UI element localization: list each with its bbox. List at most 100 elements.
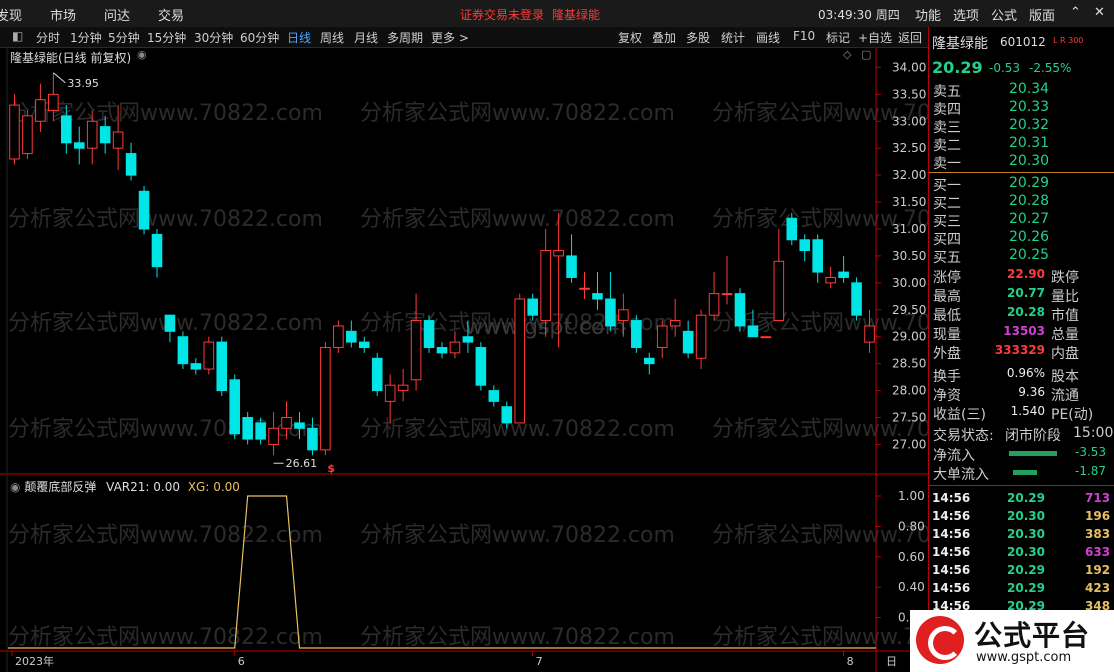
stat2-row: 收益(三) 1.540 PE(动) bbox=[933, 404, 1094, 423]
close-icon[interactable]: ✕ bbox=[1094, 5, 1105, 20]
hi-label: 33.95 bbox=[67, 77, 99, 90]
menu-layout[interactable]: 版面 bbox=[1029, 5, 1055, 24]
kline-chart[interactable]: 分析家公式网www.70822.com 分析家公式网www.70822.com 分析… bbox=[0, 48, 928, 672]
stock-link[interactable]: 隆基绿能 bbox=[552, 6, 600, 23]
candle-body bbox=[358, 341, 370, 348]
panel-toggle-icon[interactable]: ◧ bbox=[12, 29, 23, 43]
candle-body bbox=[631, 320, 642, 348]
tab-5min[interactable]: 5分钟 bbox=[108, 29, 140, 46]
bid-row[interactable]: 买三 20.27 bbox=[931, 211, 1113, 230]
chart-square-icon[interactable]: ▢ bbox=[861, 48, 871, 61]
y-tick-label: 29.00 bbox=[892, 330, 926, 344]
candle-body bbox=[190, 363, 202, 370]
x-end-label: 日 bbox=[886, 655, 897, 668]
btn-back[interactable]: 返回 bbox=[898, 29, 922, 46]
chart-diamond-icon[interactable]: ◇ bbox=[843, 48, 851, 61]
logo-circle-icon bbox=[916, 616, 964, 664]
ask-row[interactable]: 卖二 20.31 bbox=[931, 135, 1113, 154]
indicator-var21: VAR21: 0.00 bbox=[106, 480, 180, 494]
candle-body bbox=[695, 314, 707, 359]
watermark: 分析家公式网www.70822.com bbox=[360, 625, 675, 650]
stock-code: 601012 bbox=[1000, 35, 1046, 49]
candle-body bbox=[397, 384, 409, 392]
candle-body bbox=[475, 346, 487, 386]
tab-1min[interactable]: 1分钟 bbox=[70, 29, 102, 46]
menu-formula[interactable]: 公式 bbox=[991, 5, 1017, 24]
btn-stats[interactable]: 统计 bbox=[721, 29, 745, 46]
candle-body bbox=[281, 417, 292, 429]
chart-settings-icon[interactable]: ◉ bbox=[137, 48, 147, 61]
candle-body bbox=[721, 293, 733, 296]
bid-row[interactable]: 买二 20.28 bbox=[931, 193, 1113, 212]
ask-row[interactable]: 卖五 20.34 bbox=[931, 81, 1113, 100]
btn-fuquan[interactable]: 复权 bbox=[618, 29, 642, 46]
price-change-pct: -2.55% bbox=[1029, 61, 1072, 75]
indicator-settings-icon[interactable]: ◉ bbox=[10, 480, 20, 494]
y-tick-label: 34.00 bbox=[892, 60, 926, 74]
tab-weekly[interactable]: 周线 bbox=[320, 29, 344, 46]
y-tick-label: 31.00 bbox=[892, 222, 926, 236]
tab-15min[interactable]: 15分钟 bbox=[147, 29, 186, 46]
candle-body bbox=[307, 427, 318, 451]
stat-row: 现量 13503 总量 bbox=[933, 324, 1079, 343]
btn-draw[interactable]: 画线 bbox=[756, 29, 780, 46]
flow-row: 净流入 -3.53 bbox=[933, 445, 1107, 464]
candle-body bbox=[48, 93, 59, 111]
candle-body bbox=[320, 346, 331, 451]
stat-row: 最高 20.77 量比 bbox=[933, 286, 1079, 305]
y-tick-label: 32.50 bbox=[892, 141, 926, 155]
candle-body bbox=[73, 142, 85, 149]
y-tick-label: 28.50 bbox=[892, 357, 926, 371]
tab-more[interactable]: 更多 > bbox=[431, 29, 469, 46]
btn-overlay[interactable]: 叠加 bbox=[652, 29, 676, 46]
y-tick-label: 31.50 bbox=[892, 195, 926, 209]
x-tick-label: 2023年 bbox=[15, 654, 54, 668]
menu-discover[interactable]: 发现 bbox=[0, 5, 22, 24]
menu-market[interactable]: 市场 bbox=[50, 5, 76, 24]
clock: 03:49:30 周四 bbox=[818, 8, 900, 22]
candle-body bbox=[242, 417, 253, 440]
ask-row[interactable]: 卖四 20.33 bbox=[931, 99, 1113, 118]
y-tick-label: 33.50 bbox=[892, 87, 926, 101]
stat2-row: 换手 0.96% 股本 bbox=[933, 366, 1079, 385]
candle-body bbox=[255, 422, 266, 440]
btn-multi-stock[interactable]: 多股 bbox=[686, 29, 710, 46]
tick-row: 14:56 20.30 196 bbox=[932, 509, 1111, 523]
bid-row[interactable]: 买五 20.25 bbox=[931, 247, 1113, 266]
btn-mark[interactable]: 标记 bbox=[826, 29, 850, 46]
bid-row[interactable]: 买四 20.26 bbox=[931, 229, 1113, 248]
tab-monthly[interactable]: 月线 bbox=[354, 29, 378, 46]
btn-add-watch[interactable]: +自选 bbox=[858, 29, 892, 46]
login-notice[interactable]: 证券交易未登录 bbox=[460, 6, 544, 23]
chevron-up-icon[interactable]: ⌃ bbox=[1070, 5, 1081, 20]
tick-row: 14:56 20.29 423 bbox=[932, 581, 1111, 595]
tab-daily[interactable]: 日线 bbox=[287, 29, 311, 46]
candle-body bbox=[229, 379, 241, 435]
candle-body bbox=[99, 126, 111, 144]
tab-fenshi[interactable]: 分时 bbox=[36, 29, 60, 46]
candle-body bbox=[643, 357, 655, 365]
stock-tags: L R 300 bbox=[1053, 36, 1084, 45]
tick-row: 14:56 20.29 192 bbox=[932, 563, 1111, 577]
candle-body bbox=[294, 422, 305, 429]
tab-60min[interactable]: 60分钟 bbox=[240, 29, 279, 46]
candle-body bbox=[86, 120, 98, 149]
signal-mark: $ bbox=[327, 462, 335, 475]
candle-body bbox=[527, 298, 538, 316]
bid-row[interactable]: 买一 20.29 bbox=[931, 175, 1113, 194]
candle-body bbox=[682, 330, 694, 354]
menu-function[interactable]: 功能 bbox=[915, 5, 941, 24]
menu-options[interactable]: 选项 bbox=[953, 5, 979, 24]
ask-row[interactable]: 卖一 20.30 bbox=[931, 153, 1113, 172]
candle-body bbox=[462, 336, 474, 343]
tab-multi-period[interactable]: 多周期 bbox=[387, 29, 423, 46]
menu-trade[interactable]: 交易 bbox=[158, 5, 184, 24]
ask-row[interactable]: 卖三 20.32 bbox=[931, 117, 1113, 136]
candle-body bbox=[22, 115, 33, 155]
menu-wenda[interactable]: 问达 bbox=[104, 5, 130, 24]
ind-tick-label: 0.60 bbox=[898, 550, 925, 564]
btn-f10[interactable]: F10 bbox=[793, 29, 815, 43]
candle-body bbox=[488, 390, 500, 402]
watermark: 分析家公式网www.70822.com bbox=[712, 523, 928, 548]
tab-30min[interactable]: 30分钟 bbox=[194, 29, 233, 46]
